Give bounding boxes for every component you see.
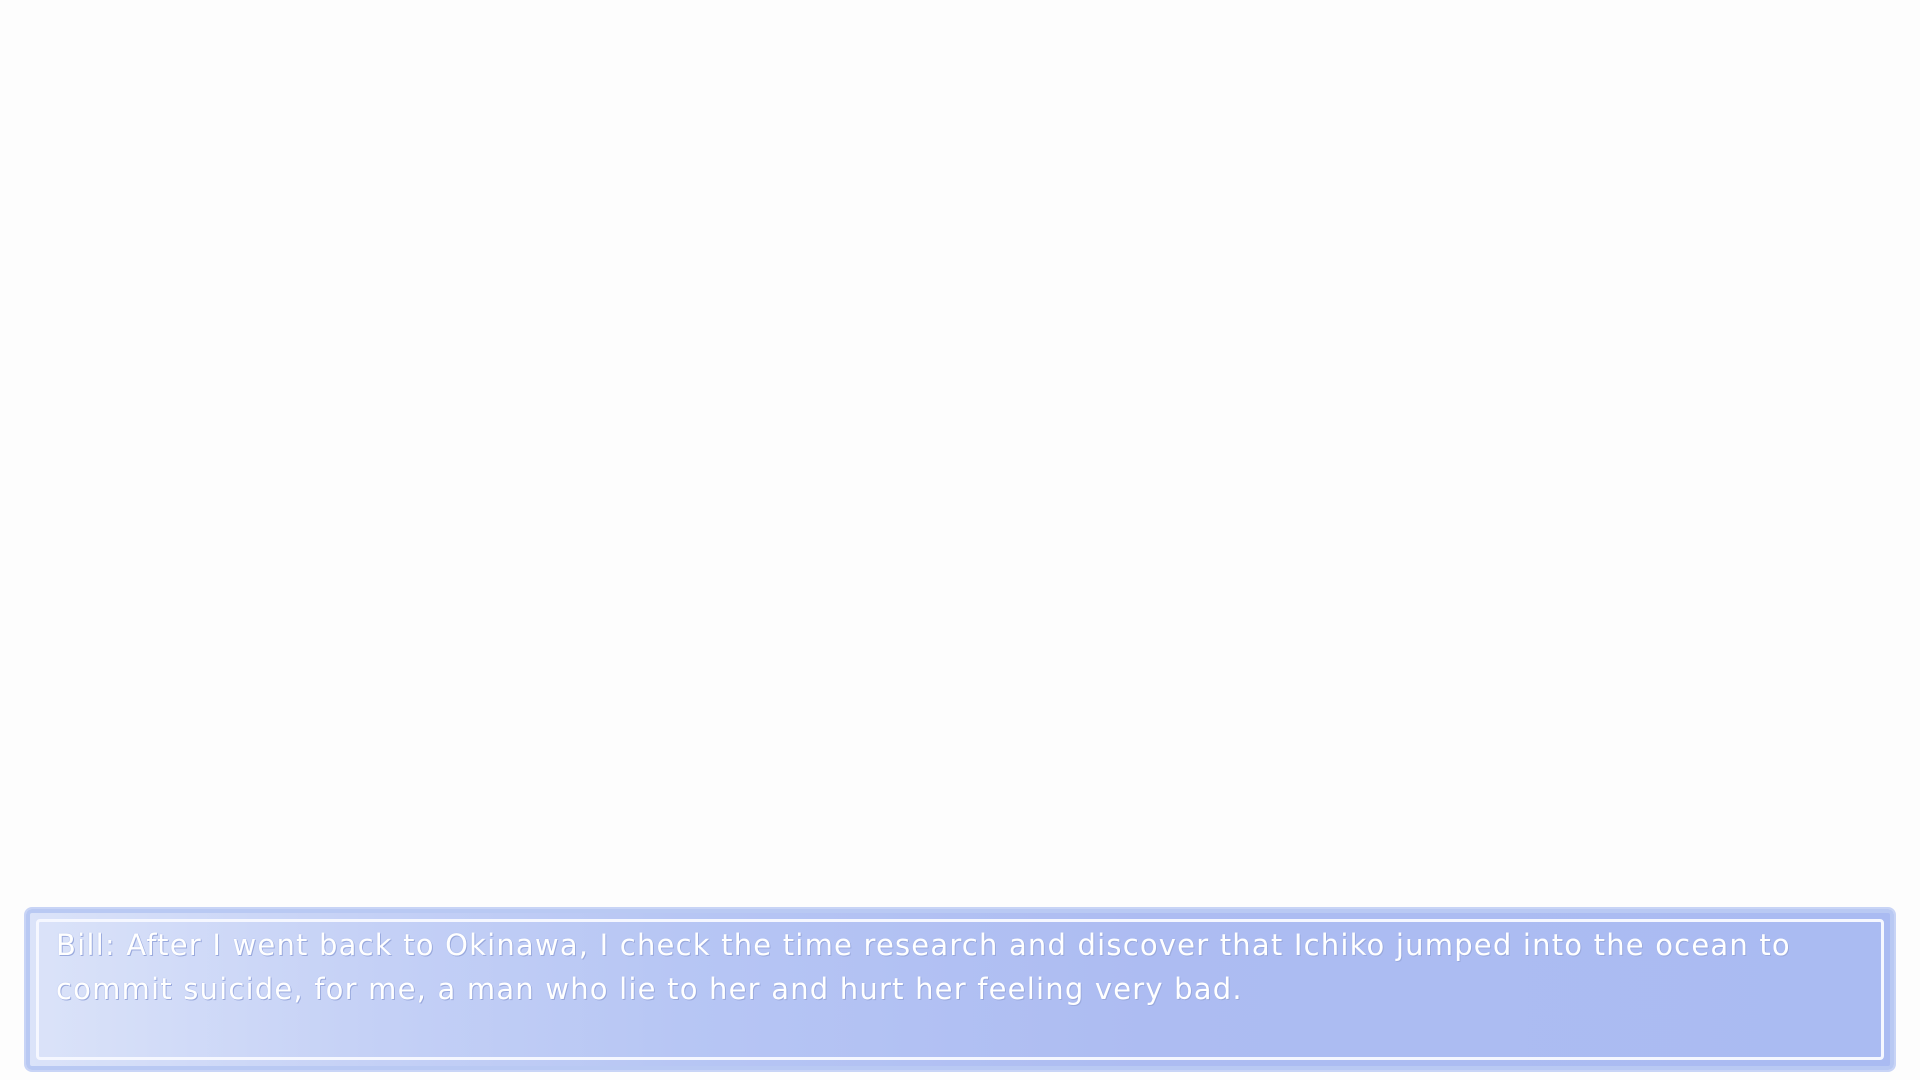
dialogue-text: Bill: After I went back to Okinawa, I ch…	[56, 928, 1791, 1006]
dialogue-box[interactable]: Bill: After I went back to Okinawa, I ch…	[26, 909, 1894, 1070]
game-scene-background: Bill: After I went back to Okinawa, I ch…	[0, 0, 1920, 1080]
